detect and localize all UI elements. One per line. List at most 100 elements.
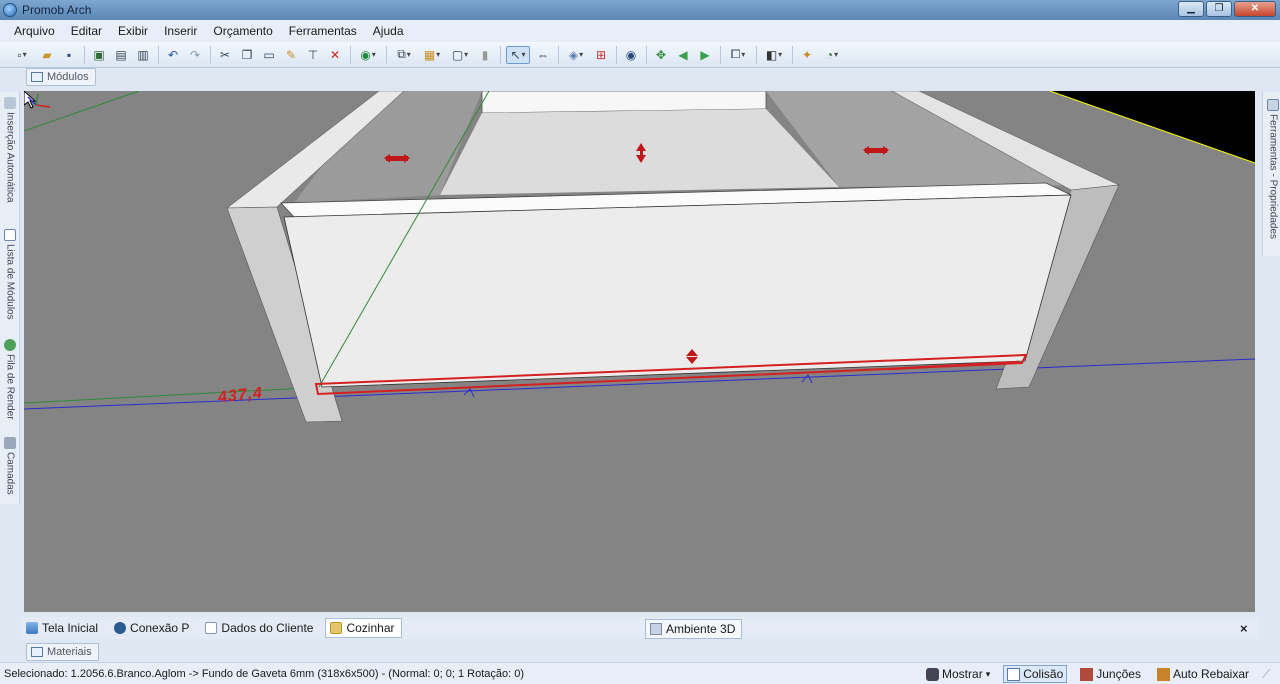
tab-ferramentas-propriedades[interactable]: Ferramentas - Propriedades — [1264, 96, 1280, 239]
tab-ambiente-3d[interactable]: Ambiente 3D — [645, 619, 743, 639]
auto-rebaixar-label: Auto Rebaixar — [1172, 667, 1249, 681]
delete-icon[interactable]: ✕ — [326, 46, 344, 64]
materials-panel-tab[interactable]: Materiais — [26, 643, 99, 661]
format-painter-icon[interactable]: ✎ — [282, 46, 300, 64]
print-preview-icon[interactable]: ▣ — [90, 46, 108, 64]
select-pointer-icon[interactable]: ↖ — [506, 45, 530, 64]
document-tabs: Tela Inicial Conexão P Dados do Cliente … — [22, 617, 1258, 639]
mostrar-dropdown[interactable]: Mostrar ▾ — [923, 665, 993, 683]
toolbar-divider — [792, 45, 793, 64]
close-document-button[interactable]: × — [1240, 621, 1248, 636]
copy-icon[interactable]: ❐ — [238, 46, 256, 64]
menu-inserir[interactable]: Inserir — [156, 24, 205, 38]
paint-roller-icon[interactable]: ⊤ — [304, 46, 322, 64]
auto-rebaixar-toggle[interactable]: Auto Rebaixar — [1154, 665, 1252, 683]
paste-icon[interactable]: ▭ — [260, 46, 278, 64]
layers-stack-icon — [4, 437, 16, 449]
redo-icon[interactable]: ↷ — [186, 46, 204, 64]
tab-camadas[interactable]: Camadas — [1, 434, 19, 495]
3d-environment-icon — [650, 623, 662, 635]
orbit-icon[interactable]: ✥ — [652, 46, 670, 64]
menu-editar[interactable]: Editar — [63, 24, 110, 38]
toolbar-divider — [720, 45, 721, 64]
home-icon — [26, 622, 38, 634]
layers-icon[interactable]: ◈ — [564, 46, 588, 64]
print-setup-icon[interactable]: ▤ — [112, 46, 130, 64]
toolbar-divider — [500, 45, 501, 64]
distribute-icon[interactable]: ⇔ — [534, 46, 552, 64]
colisao-toggle[interactable]: Colisão — [1003, 665, 1068, 683]
colisao-label: Colisão — [1023, 667, 1064, 681]
toolbar-divider — [386, 45, 387, 64]
auto-lower-icon — [1156, 667, 1170, 681]
status-toggles: Mostrar ▾ Colisão Junções Auto Rebaixar … — [923, 663, 1276, 684]
close-window-button[interactable]: ✕ — [1234, 1, 1276, 17]
rectangle-icon[interactable]: ▢ — [448, 46, 472, 64]
budget-icon[interactable]: ◉ — [356, 46, 380, 64]
modules-label: Módulos — [47, 71, 89, 83]
menu-bar: Arquivo Editar Exibir Inserir Orçamento … — [0, 20, 1280, 42]
toolbar-divider — [84, 45, 85, 64]
juncoes-toggle[interactable]: Junções — [1077, 665, 1144, 683]
3d-viewport[interactable]: 437,4 — [24, 91, 1255, 612]
selection-status-text: Selecionado: 1.2056.6.Branco.Aglom -> Fu… — [4, 667, 525, 680]
tab-fila-de-render[interactable]: Fila de Render — [1, 336, 19, 420]
left-dock-panel: Inserção Automática Lista de Módulos Fil… — [0, 92, 20, 504]
resize-grip-icon[interactable]: ⟋ — [1262, 667, 1276, 681]
align-icon[interactable]: ▦ — [420, 46, 444, 64]
maximize-button[interactable]: ❐ — [1206, 1, 1232, 17]
menu-ferramentas[interactable]: Ferramentas — [281, 24, 365, 38]
module-list-icon — [4, 229, 16, 241]
folder-icon — [330, 622, 343, 634]
tab-label: Inserção Automática — [4, 112, 16, 203]
tab-label: Dados do Cliente — [221, 621, 314, 635]
open-folder-icon[interactable]: ▰ — [38, 46, 56, 64]
chevron-down-icon: ▾ — [985, 668, 991, 679]
tab-dados-do-cliente[interactable]: Dados do Cliente — [201, 618, 319, 638]
status-bar: Selecionado: 1.2056.6.Branco.Aglom -> Fu… — [0, 662, 1280, 684]
connection-icon — [114, 622, 127, 634]
properties-icon — [1267, 99, 1279, 111]
modules-icon — [31, 72, 43, 82]
tab-label: Ferramentas - Propriedades — [1267, 114, 1279, 240]
light-icon[interactable]: ✦ — [798, 46, 816, 64]
arrow-left-icon[interactable]: ◀ — [674, 46, 692, 64]
toolbar-divider — [558, 45, 559, 64]
fill-icon[interactable]: ▮ — [476, 46, 494, 64]
tab-label: Cozinhar — [346, 621, 395, 635]
tab-cozinhar[interactable]: Cozinhar — [325, 618, 402, 638]
drawer-bottom-panel — [440, 109, 839, 195]
axis-gizmo-icon — [27, 93, 51, 108]
new-file-icon[interactable]: ▫ — [10, 46, 34, 64]
print-icon[interactable]: ▥ — [134, 46, 152, 64]
tab-tela-inicial[interactable]: Tela Inicial — [22, 618, 104, 638]
tab-lista-de-modulos[interactable]: Lista de Módulos — [1, 226, 19, 320]
tab-conexao-p[interactable]: Conexão P — [110, 618, 195, 638]
menu-exibir[interactable]: Exibir — [110, 24, 156, 38]
save-icon[interactable]: ▪ — [60, 46, 78, 64]
cut-icon[interactable]: ✂ — [216, 46, 234, 64]
tab-label: Conexão P — [130, 621, 190, 635]
tab-insercao-automatica[interactable]: Inserção Automática — [1, 94, 19, 203]
toolbar-divider — [756, 45, 757, 64]
undo-icon[interactable]: ↶ — [164, 46, 182, 64]
menu-orcamento[interactable]: Orçamento — [205, 24, 280, 38]
group-icon[interactable]: ⧉ — [392, 46, 416, 64]
joints-icon — [1080, 667, 1094, 681]
tab-label: Fila de Render — [4, 354, 16, 420]
tab-label: Tela Inicial — [42, 621, 99, 635]
view-mode-icon[interactable]: ⧠ — [726, 46, 750, 64]
materials-icon — [31, 647, 43, 657]
window-controls: ▁ ❐ ✕ — [1178, 1, 1276, 17]
camera-icon[interactable]: ◔ — [820, 46, 844, 64]
tab-label: Lista de Módulos — [4, 244, 16, 320]
menu-arquivo[interactable]: Arquivo — [6, 24, 63, 38]
cube-view-icon[interactable]: ◧ — [762, 46, 786, 64]
modules-panel-tab[interactable]: Módulos — [26, 68, 96, 86]
arrow-right-icon[interactable]: ▶ — [696, 46, 714, 64]
toolbar-divider — [210, 45, 211, 64]
dimension-icon[interactable]: ⊞ — [592, 46, 610, 64]
minimize-button[interactable]: ▁ — [1178, 1, 1204, 17]
menu-ajuda[interactable]: Ajuda — [365, 24, 412, 38]
view-eye-icon[interactable]: ◉ — [622, 46, 640, 64]
